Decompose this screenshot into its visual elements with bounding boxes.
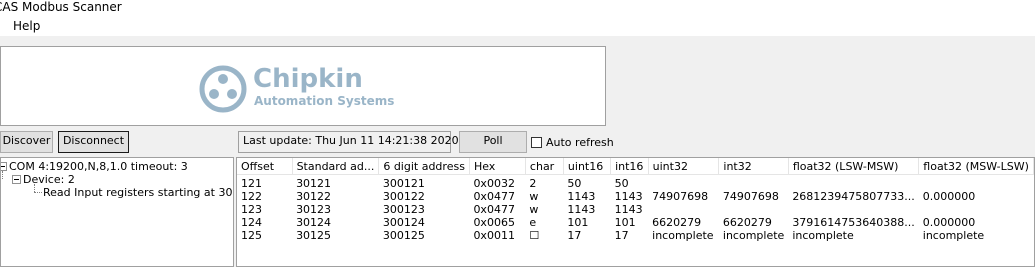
tree-connector [2, 171, 3, 179]
table-cell: 50 [567, 177, 582, 190]
auto-refresh-checkbox[interactable] [531, 137, 542, 148]
window-title: CAS Modbus Scanner [0, 0, 122, 14]
table-cell: 300124 [382, 216, 425, 229]
table-cell: incomplete [652, 229, 714, 242]
table-cell: 300121 [382, 177, 425, 190]
table-cell: 125 [241, 229, 262, 242]
table-cell: 30123 [296, 203, 332, 216]
table-cell: 6620279 [722, 216, 772, 229]
table-cell [788, 203, 918, 216]
auto-refresh-label: Auto refresh [546, 136, 614, 149]
discover-button[interactable]: Discover [0, 131, 53, 153]
table-cell: 124 [241, 216, 262, 229]
table-cell: 1143 [614, 203, 643, 216]
table-cell: 30124 [296, 216, 332, 229]
table-cell [648, 175, 719, 191]
column-header-int16[interactable]: int16 [610, 158, 649, 175]
table-cell: incomplete [922, 229, 985, 242]
chipkin-logo-icon [199, 65, 247, 113]
table-cell: incomplete [722, 229, 785, 242]
table-cell: 74907698 [722, 190, 779, 203]
column-header-uint32[interactable]: uint32 [648, 158, 720, 175]
table-cell: 30125 [296, 229, 332, 242]
column-header-offset[interactable]: Offset [237, 158, 293, 175]
table-cell: e [529, 216, 537, 229]
table-row[interactable]: 125 30125 300125 0x0011 ☐ 17 17 incomplete incom… [237, 229, 1034, 242]
table-cell: 300125 [382, 229, 425, 242]
column-header-standard-address[interactable]: Standard ad... [292, 158, 380, 175]
column-header-uint16[interactable]: uint16 [563, 158, 612, 175]
table-cell: 0x0011 [473, 229, 515, 242]
menu-bar: Help [0, 16, 1035, 36]
table-cell: 74907698 [652, 190, 709, 203]
table-cell: 3791614753640388... [792, 216, 915, 229]
table-cell: 101 [567, 216, 589, 229]
table-cell: 0x0065 [473, 216, 515, 229]
title-bar: CAS Modbus Scanner [0, 0, 1035, 16]
table-cell: 2681239475807733... [792, 190, 915, 203]
tree-item-device[interactable]: Device: 2 [23, 173, 75, 186]
table-cell: 30122 [296, 190, 332, 203]
last-update-status: Last update: Thu Jun 11 14:21:38 2020 [238, 131, 459, 153]
disconnect-button[interactable]: Disconnect [58, 131, 129, 153]
table-cell: 0x0477 [473, 190, 515, 203]
table-body: 121 30121 300121 0x0032 2 50 50 122 30122 300122 0… [237, 175, 1034, 242]
collapse-icon[interactable] [1, 162, 7, 171]
tree-item-request[interactable]: Read Input registers starting at 30121 f… [43, 186, 233, 199]
logo-name: Chipkin [253, 64, 363, 94]
column-header-hex[interactable]: Hex [469, 158, 526, 175]
table-cell: 300122 [382, 190, 425, 203]
table-header-row: Offset Standard ad... 6 digit address He… [237, 158, 1034, 175]
table-cell: 101 [614, 216, 636, 229]
table-cell: w [529, 203, 539, 216]
table-cell: incomplete [792, 229, 854, 242]
table-cell: 122 [241, 190, 262, 203]
column-header-float32-msw-lsw[interactable]: float32 (MSW-LSW) [918, 158, 1034, 175]
table-cell [919, 175, 1034, 191]
table-row[interactable]: 123 30123 300123 0x0477 w 1143 1143 [237, 203, 1034, 216]
table-cell [719, 203, 788, 216]
table-cell: 2 [529, 177, 537, 190]
table-cell: 0.000000 [922, 190, 976, 203]
table-cell: 300123 [382, 203, 425, 216]
column-header-6-digit-address[interactable]: 6 digit address [378, 158, 470, 175]
table-cell: 123 [241, 203, 262, 216]
table-cell: 6620279 [652, 216, 702, 229]
device-tree[interactable]: COM 4:19200,N,8,1.0 timeout: 3 Device: 2… [0, 157, 234, 267]
register-table[interactable]: Offset Standard ad... 6 digit address He… [236, 157, 1035, 267]
table-cell: 17 [614, 229, 629, 242]
table-cell: 17 [567, 229, 582, 242]
table-row[interactable]: 121 30121 300121 0x0032 2 50 50 [237, 175, 1034, 191]
table-cell [648, 203, 719, 216]
table-cell: 50 [614, 177, 629, 190]
tree-connector [34, 184, 35, 192]
table-cell [788, 175, 918, 191]
table-cell: ☐ [529, 229, 540, 242]
table-cell: w [529, 190, 539, 203]
logo-tagline: Automation Systems [254, 94, 395, 108]
column-header-int32[interactable]: int32 [718, 158, 789, 175]
collapse-icon[interactable] [12, 175, 21, 184]
chipkin-logo: Chipkin Automation Systems [197, 63, 417, 113]
table-cell [919, 203, 1034, 216]
column-header-float32-lsw-msw[interactable]: float32 (LSW-MSW) [788, 158, 920, 175]
tree-item-connection[interactable]: COM 4:19200,N,8,1.0 timeout: 3 [9, 160, 188, 173]
table-row[interactable]: 124 30124 300124 0x0065 e 101 101 6620279 662027… [237, 216, 1034, 229]
menu-item-help[interactable]: Help [8, 18, 45, 34]
table-cell: 1143 [567, 190, 596, 203]
column-header-char[interactable]: char [525, 158, 564, 175]
table-cell: 1143 [567, 203, 596, 216]
table-cell [719, 175, 788, 191]
table-cell: 30121 [296, 177, 332, 190]
table-cell: 121 [241, 177, 262, 190]
table-cell: 0x0032 [473, 177, 515, 190]
table-cell: 0x0477 [473, 203, 515, 216]
logo-banner: Chipkin Automation Systems [0, 46, 606, 126]
table-cell: 0.000000 [922, 216, 976, 229]
tree-connector [34, 192, 42, 193]
poll-button[interactable]: Poll [459, 131, 527, 153]
table-cell: 1143 [614, 190, 643, 203]
table-row[interactable]: 122 30122 300122 0x0477 w 1143 1143 74907698 749… [237, 190, 1034, 203]
